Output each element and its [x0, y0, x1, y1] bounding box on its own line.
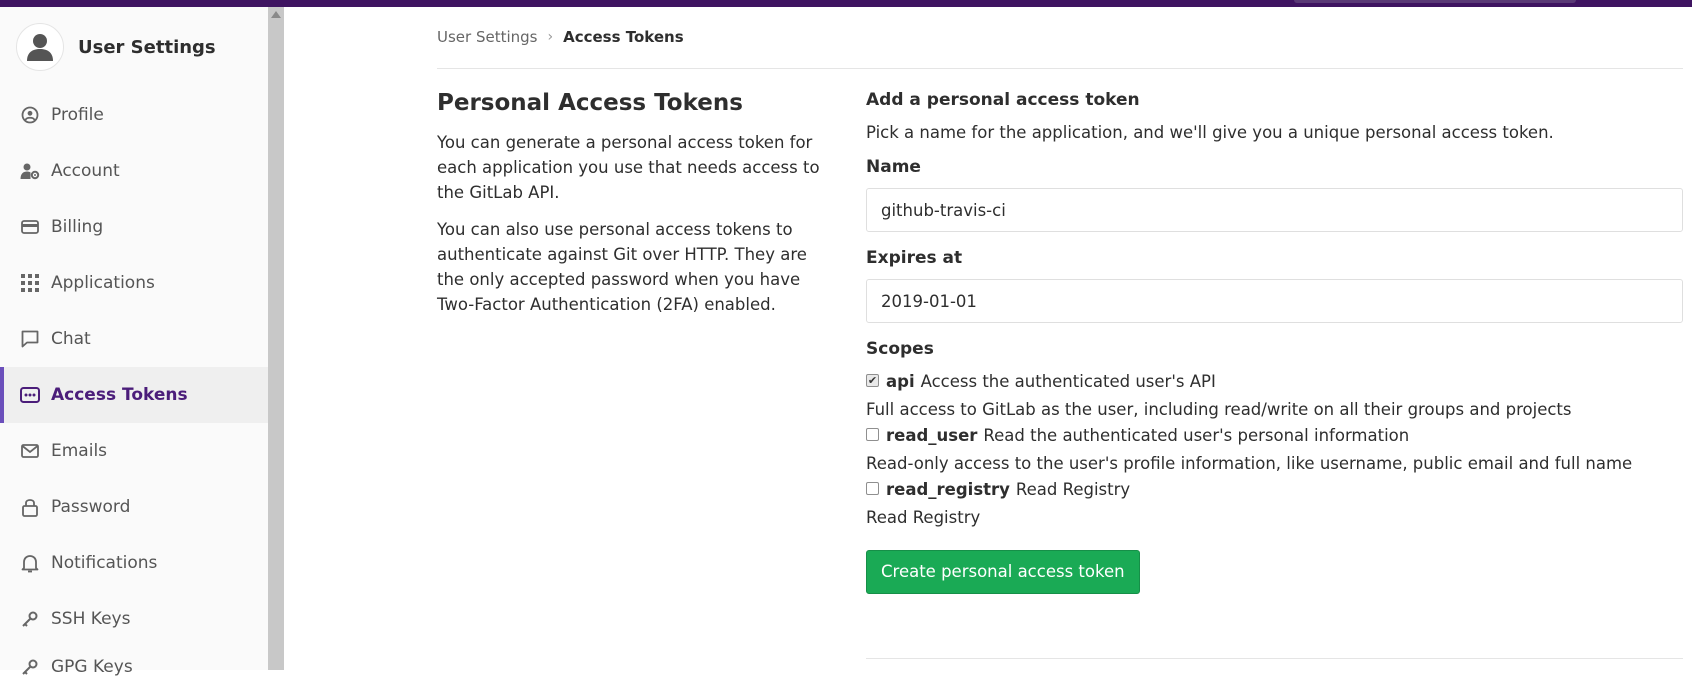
top-navbar — [0, 0, 1692, 7]
avatar — [16, 23, 64, 71]
info-paragraph-1: You can generate a personal access token… — [437, 133, 820, 202]
billing-icon — [20, 217, 40, 237]
sidebar-item-label: Emails — [51, 441, 108, 461]
sidebar-item-label: Notifications — [51, 553, 158, 573]
scope-read-registry-checkbox[interactable] — [866, 481, 879, 495]
scope-name: read_user — [886, 426, 978, 445]
chevron-right-icon: › — [547, 29, 554, 45]
sidebar-item-profile[interactable]: Profile — [0, 87, 268, 143]
form-bottom-divider — [866, 658, 1683, 659]
applications-icon — [20, 273, 40, 293]
breadcrumb-divider — [437, 68, 1683, 69]
sidebar-item-applications[interactable]: Applications — [0, 255, 268, 311]
create-token-button[interactable]: Create personal access token — [866, 550, 1140, 594]
name-label: Name — [866, 157, 921, 177]
sidebar-nav: Profile Account Billing Applications Cha… — [0, 87, 268, 687]
key-icon — [20, 657, 40, 677]
sidebar-item-label: Billing — [51, 217, 104, 237]
sidebar-item-access-tokens[interactable]: Access Tokens — [0, 367, 268, 423]
expires-label: Expires at — [866, 248, 963, 268]
scroll-up-arrow-icon[interactable] — [271, 11, 281, 18]
scope-help: Full access to GitLab as the user, inclu… — [866, 400, 1572, 419]
form-intro: Pick a name for the application, and we'… — [866, 123, 1554, 142]
sidebar-title: User Settings — [78, 36, 216, 58]
scope-read-user-checkbox[interactable] — [866, 427, 879, 441]
sidebar-item-notifications[interactable]: Notifications — [0, 535, 268, 591]
sidebar-scrollbar[interactable] — [268, 7, 284, 670]
sidebar-item-billing[interactable]: Billing — [0, 199, 268, 255]
page-title: Personal Access Tokens — [437, 90, 743, 116]
sidebar-item-password[interactable]: Password — [0, 479, 268, 535]
scope-help: Read Registry — [866, 508, 981, 527]
scope-title: Read Registry — [1015, 480, 1131, 499]
sidebar-item-ssh-keys[interactable]: SSH Keys — [0, 591, 268, 647]
key-icon — [20, 609, 40, 629]
lock-icon — [20, 497, 40, 517]
sidebar-item-label: Applications — [51, 273, 155, 293]
scopes-label: Scopes — [866, 339, 934, 359]
form-title: Add a personal access token — [866, 90, 1140, 110]
scope-title: Access the authenticated user's API — [920, 372, 1216, 391]
account-icon — [20, 161, 40, 181]
sidebar-item-label: Access Tokens — [51, 385, 188, 405]
scope-title: Read the authenticated user's personal i… — [983, 426, 1410, 445]
search-box[interactable] — [1294, 0, 1576, 3]
scope-help: Read-only access to the user's profile i… — [866, 454, 1633, 473]
sidebar-item-label: Profile — [51, 105, 104, 125]
access-tokens-icon — [20, 385, 40, 405]
profile-icon — [20, 105, 40, 125]
sidebar-item-label: Chat — [51, 329, 91, 349]
sidebar-item-label: SSH Keys — [51, 609, 131, 629]
sidebar-item-emails[interactable]: Emails — [0, 423, 268, 479]
token-form: Add a personal access token Pick a name … — [866, 88, 1683, 594]
breadcrumb-current: Access Tokens — [563, 28, 684, 46]
info-column: Personal Access Tokens You can generate … — [437, 88, 827, 329]
sidebar-item-chat[interactable]: Chat — [0, 311, 268, 367]
scope-api-checkbox[interactable]: ✔ — [866, 373, 879, 387]
sidebar-item-account[interactable]: Account — [0, 143, 268, 199]
chat-icon — [20, 329, 40, 349]
sidebar-item-label: GPG Keys — [51, 657, 133, 677]
scope-api: ✔ api Access the authenticated user's AP… — [866, 370, 1683, 394]
scope-read-user: read_user Read the authenticated user's … — [866, 424, 1683, 448]
breadcrumb: User Settings › Access Tokens — [437, 28, 684, 46]
info-paragraph-2: You can also use personal access tokens … — [437, 220, 807, 314]
sidebar-item-gpg-keys[interactable]: GPG Keys — [0, 647, 268, 687]
sidebar-context-header[interactable]: User Settings — [0, 7, 268, 87]
scope-name: api — [886, 372, 915, 391]
scope-name: read_registry — [886, 480, 1010, 499]
expires-at-field[interactable] — [866, 279, 1683, 323]
sidebar-item-label: Account — [51, 161, 120, 181]
scope-read-registry: read_registry Read Registry — [866, 478, 1683, 502]
sidebar-item-label: Password — [51, 497, 131, 517]
breadcrumb-parent-link[interactable]: User Settings — [437, 28, 537, 46]
bell-icon — [20, 553, 40, 573]
user-avatar-icon — [27, 34, 53, 61]
name-field[interactable] — [866, 188, 1683, 232]
emails-icon — [20, 441, 40, 461]
